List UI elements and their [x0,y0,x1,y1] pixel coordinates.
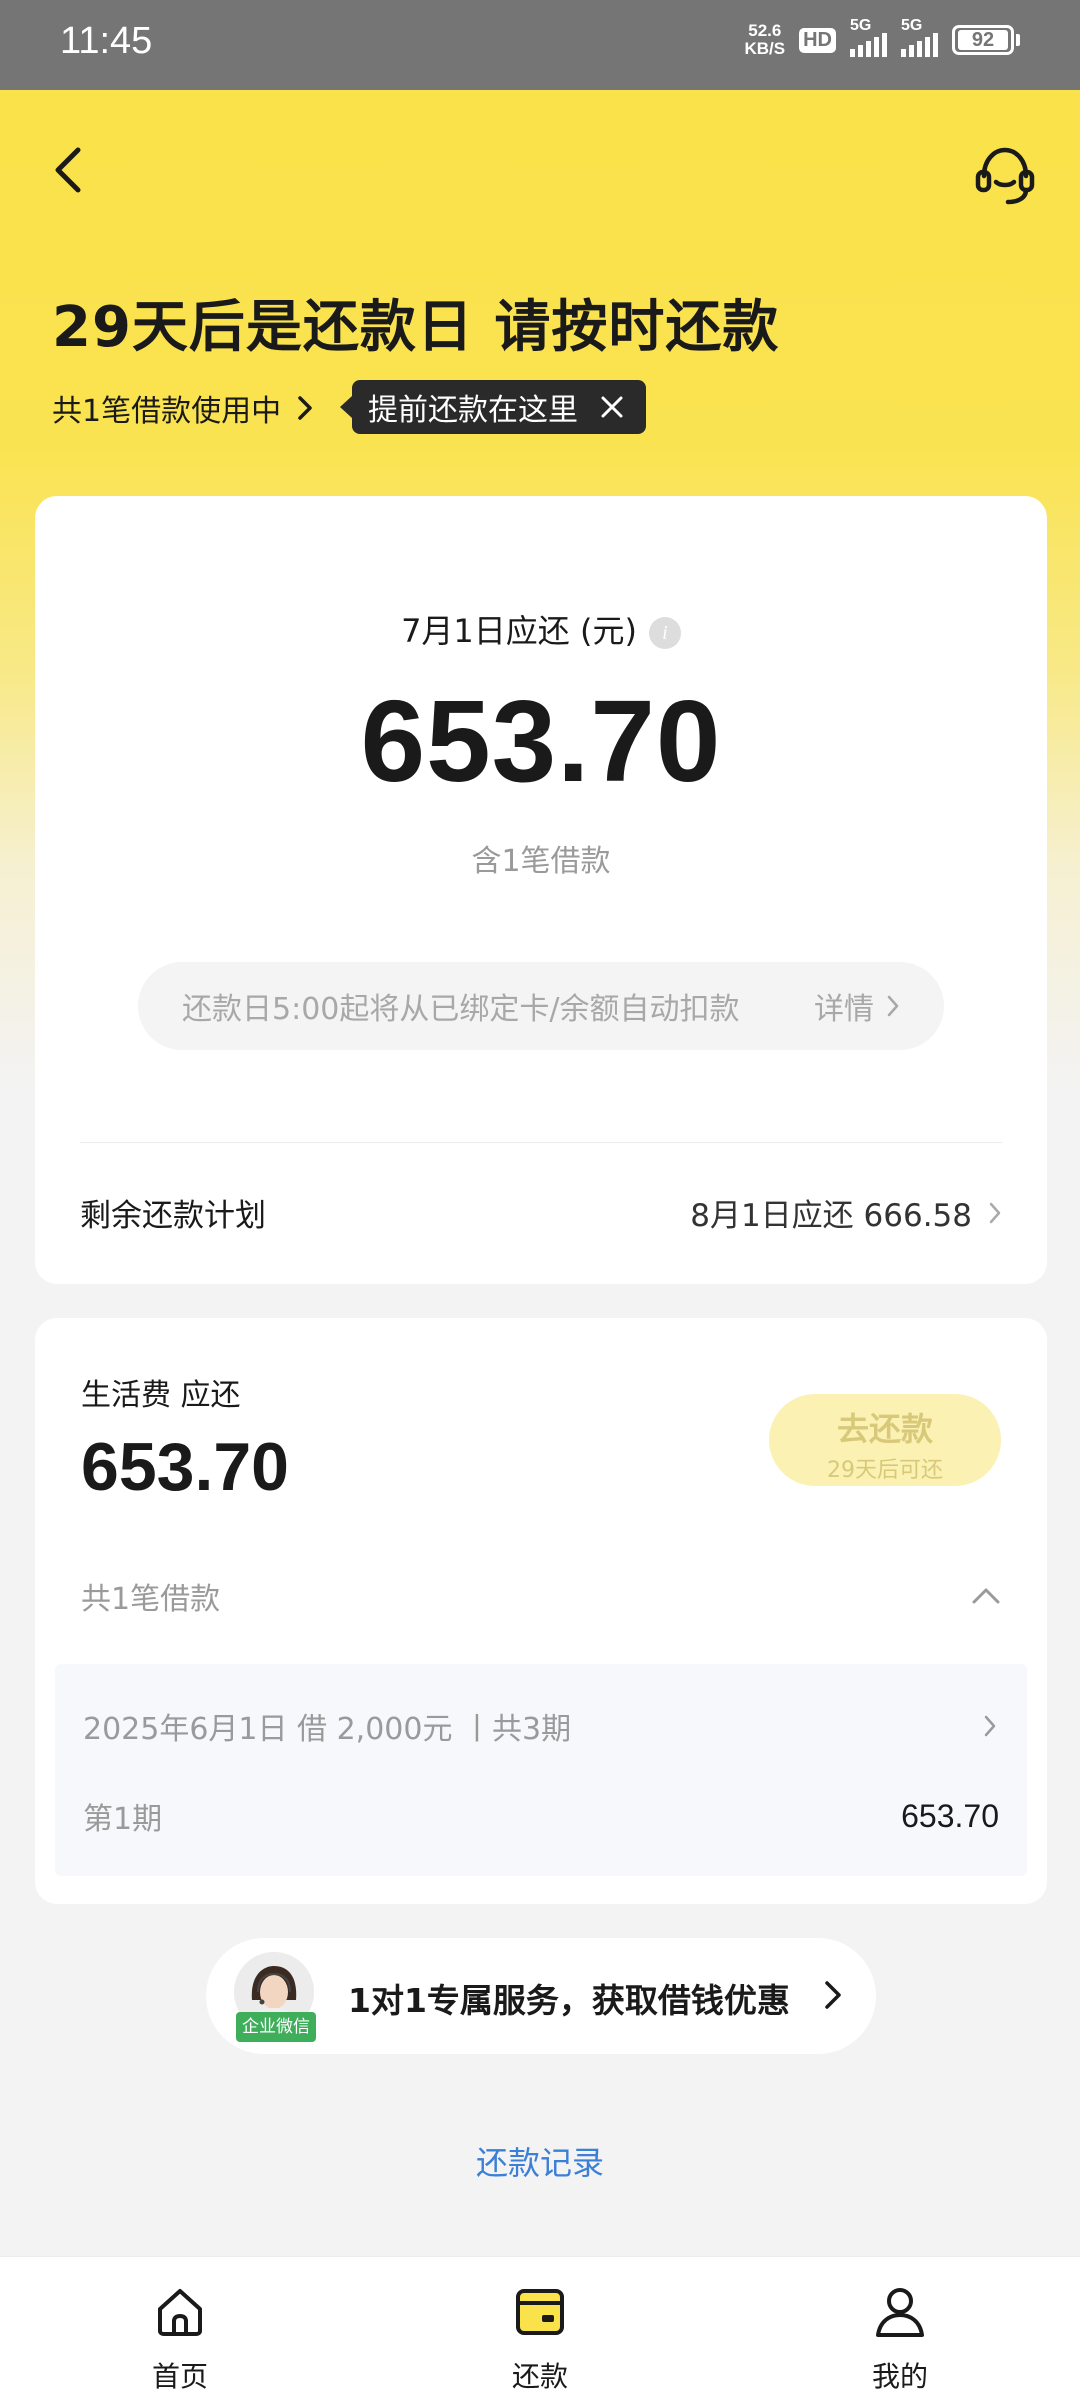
active-loans-link[interactable]: 共1笔借款使用中 [52,386,315,430]
status-time: 11:45 [60,20,153,62]
chevron-right-icon [984,1715,996,1737]
divider [80,1142,1002,1143]
status-icons: 52.6 KB/S HD 5G 5G 92 [744,17,1020,58]
loan-item-desc: 2025年6月1日 借 2,000元 丨共3期 [83,1712,572,1747]
loan-count-label: 共1笔借款 [81,1582,221,1617]
repayment-history-link[interactable]: 还款记录 [0,2138,1080,2184]
repayment-summary-card: 7月1日应还 (元) i 653.70 含1笔借款 还款日5:00起将从已绑定卡/… [35,496,1047,1284]
loan-product-card: 生活费 应还 653.70 去还款 29天后可还 共1笔借款 2025年6月1日… [35,1318,1047,1904]
due-label: 7月1日应还 (元) i [35,606,1047,652]
tab-repay[interactable]: 还款 [440,2257,640,2400]
battery-icon: 92 [952,25,1020,55]
remaining-plan-row[interactable]: 剩余还款计划 8月1日应还 666.58 [80,1190,1002,1235]
remaining-plan-value: 8月1日应还 666.58 [690,1198,972,1234]
signal-icon-2: 5G [901,17,938,57]
close-icon[interactable] [600,395,624,419]
tab-home[interactable]: 首页 [80,2257,280,2400]
detail-link[interactable]: 详情 [814,984,900,1028]
service-text: 1对1专属服务，获取借钱优惠 [348,1981,790,2020]
chevron-right-icon [887,995,899,1017]
wecom-badge: 企业微信 [236,2012,316,2042]
page-title: 29天后是还款日 请按时还款 [52,295,780,360]
loan-title: 生活费 应还 [81,1378,241,1413]
tab-me[interactable]: 我的 [800,2257,1000,2400]
chevron-up-icon [972,1588,1000,1604]
repay-button[interactable]: 去还款 29天后可还 [769,1394,1001,1486]
home-icon [158,2289,202,2336]
network-speed: 52.6 KB/S [744,21,786,58]
prepay-tooltip[interactable]: 提前还款在这里 [340,380,646,434]
back-button[interactable] [42,140,102,200]
user-icon [876,2288,924,2337]
headset-icon [975,147,1035,205]
prepay-tooltip-label: 提前还款在这里 [368,393,578,428]
due-amount: 653.70 [360,676,722,806]
info-icon[interactable]: i [648,617,681,649]
signal-icon: 5G [850,17,887,57]
period-label: 第1期 [83,1802,163,1837]
chevron-right-icon [298,396,312,420]
loan-amount: 653.70 [81,1429,289,1505]
loan-list-toggle[interactable]: 共1笔借款 [81,1574,1001,1618]
bottom-tab-bar: 首页 还款 我的 [0,2256,1080,2400]
remaining-plan-label: 剩余还款计划 [80,1198,266,1234]
chevron-right-icon [825,1981,841,2009]
wallet-icon [516,2289,564,2335]
status-bar: 11:45 52.6 KB/S HD 5G 5G 92 [0,0,1080,90]
loan-count-note: 含1笔借款 [471,844,611,879]
active-loans-label: 共1笔借款使用中 [52,394,282,429]
hd-icon: HD [799,27,836,53]
loan-item[interactable]: 2025年6月1日 借 2,000元 丨共3期 第1期 653.70 [55,1664,1027,1876]
chevron-left-icon [55,147,81,193]
auto-debit-notice[interactable]: 还款日5:00起将从已绑定卡/余额自动扣款 详情 [138,962,944,1050]
auto-debit-text: 还款日5:00起将从已绑定卡/余额自动扣款 [182,992,740,1027]
chevron-right-icon [989,1202,1001,1223]
period-amount: 653.70 [901,1797,999,1834]
exclusive-service-banner[interactable]: 企业微信 1对1专属服务，获取借钱优惠 [206,1938,876,2054]
customer-service-button[interactable] [970,140,1040,210]
